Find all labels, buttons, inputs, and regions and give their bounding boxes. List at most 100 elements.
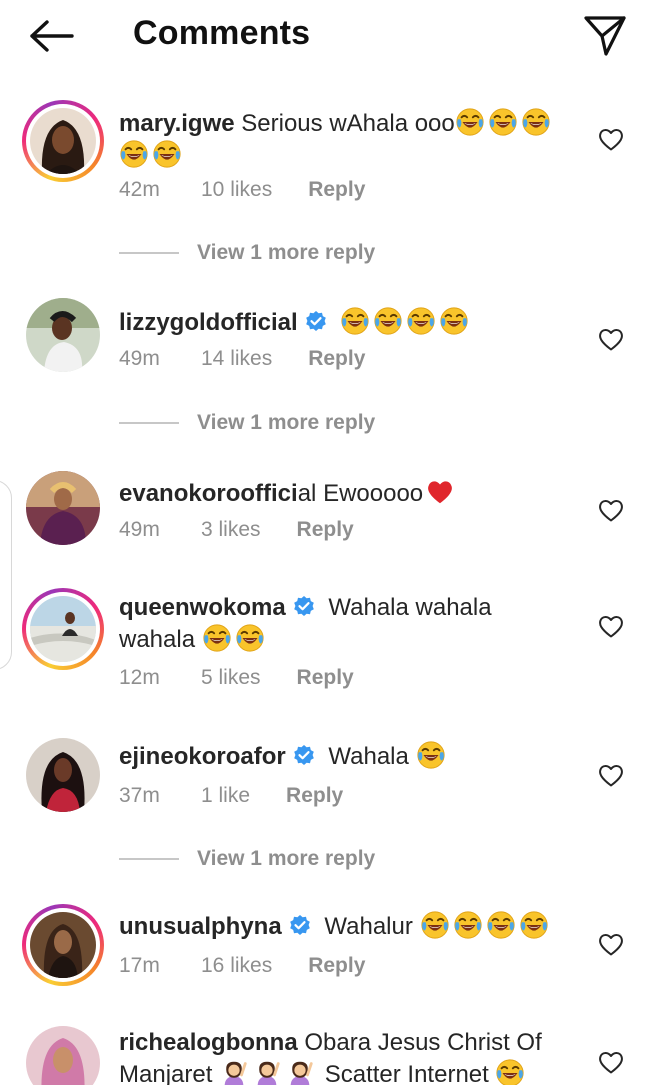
reply-button[interactable]: Reply	[308, 347, 365, 371]
comment-body: Wahalur	[324, 913, 413, 940]
view-replies-button[interactable]: View 1 more reply	[119, 411, 375, 435]
like-count[interactable]: 3 likes	[201, 518, 261, 542]
view-replies-button[interactable]: View 1 more reply	[119, 241, 375, 265]
username[interactable]: ejineokoroafor	[119, 743, 286, 770]
avatar[interactable]	[22, 904, 104, 986]
like-count[interactable]: 1 like	[201, 784, 250, 808]
username-tail: al	[297, 480, 317, 507]
laughing-emoji-icon	[439, 306, 469, 336]
comment-text: ejineokoroafor Wahala	[119, 740, 569, 772]
reply-button[interactable]: Reply	[297, 518, 354, 542]
heart-icon[interactable]	[597, 1049, 625, 1075]
reply-button[interactable]: Reply	[308, 954, 365, 978]
reply-button[interactable]: Reply	[297, 666, 354, 690]
heart-icon[interactable]	[597, 126, 625, 152]
laughing-emoji-icon	[495, 1058, 525, 1085]
avatar-photo	[26, 298, 100, 372]
emoji-row	[340, 309, 472, 336]
comment-time: 17m	[119, 954, 160, 977]
heart-icon[interactable]	[597, 613, 625, 639]
comment-time: 49m	[119, 347, 160, 370]
reply-button[interactable]: Reply	[308, 178, 365, 202]
like-count[interactable]: 10 likes	[201, 178, 272, 202]
avatar[interactable]	[22, 467, 104, 549]
avatar[interactable]	[22, 1022, 104, 1085]
comment-body: Wahala	[328, 743, 409, 770]
username[interactable]: unusualphyna	[119, 913, 282, 940]
divider	[119, 858, 179, 860]
side-panel-edge[interactable]	[0, 480, 12, 670]
comment-text: evanokoroofficial Ewooooo	[119, 477, 569, 509]
comment-text: lizzygoldofficial	[119, 306, 569, 338]
send-direct-icon[interactable]	[582, 12, 628, 58]
like-count[interactable]: 5 likes	[201, 666, 261, 690]
comment-text: unusualphyna Wahalur	[119, 910, 569, 942]
laughing-emoji-icon	[202, 623, 232, 653]
username[interactable]: lizzygoldofficial	[119, 309, 298, 336]
woman-raising-hand-icon	[252, 1058, 282, 1085]
verified-badge-icon	[292, 744, 316, 768]
avatar[interactable]	[22, 100, 104, 182]
comment-meta: 12m 5 likes Reply	[119, 666, 354, 690]
heart-icon[interactable]	[597, 931, 625, 957]
laughing-emoji-icon	[488, 107, 518, 137]
comment-item: richealogbonna Obara Jesus Christ Of Man…	[0, 1022, 662, 1085]
avatar-photo	[26, 471, 100, 545]
username[interactable]: queenwokoma	[119, 594, 286, 621]
woman-raising-hand-icon	[219, 1058, 249, 1085]
divider	[119, 422, 179, 424]
red-heart-icon	[425, 477, 455, 507]
avatar-photo	[30, 108, 96, 174]
avatar-photo	[30, 912, 96, 978]
like-count[interactable]: 14 likes	[201, 347, 272, 371]
emoji-row	[202, 626, 268, 653]
view-replies-button[interactable]: View 1 more reply	[119, 847, 375, 871]
avatar-photo	[30, 596, 96, 662]
view-replies-label[interactable]: View 1 more reply	[197, 847, 375, 871]
avatar-photo	[26, 1026, 100, 1085]
comment-meta: 37m 1 like Reply	[119, 784, 343, 808]
like-count[interactable]: 16 likes	[201, 954, 272, 978]
comment-time: 49m	[119, 518, 160, 541]
emoji-row	[219, 1061, 318, 1085]
comment-meta: 49m 3 likes Reply	[119, 518, 354, 542]
verified-badge-icon	[288, 914, 312, 938]
comment-meta: 49m 14 likes Reply	[119, 347, 365, 371]
laughing-emoji-icon	[406, 306, 436, 336]
view-replies-label[interactable]: View 1 more reply	[197, 241, 375, 265]
verified-badge-icon	[292, 595, 316, 619]
username[interactable]: richealogbonna	[119, 1029, 298, 1056]
laughing-emoji-icon	[486, 910, 516, 940]
avatar[interactable]	[22, 588, 104, 670]
comment-time: 12m	[119, 666, 160, 689]
comment-text: mary.igwe Serious wAhala ooo	[119, 107, 569, 171]
comment-meta: 42m 10 likes Reply	[119, 178, 365, 202]
heart-icon[interactable]	[597, 326, 625, 352]
divider	[119, 252, 179, 254]
laughing-emoji-icon	[340, 306, 370, 336]
reply-button[interactable]: Reply	[286, 784, 343, 808]
view-replies-label[interactable]: View 1 more reply	[197, 411, 375, 435]
laughing-emoji-icon	[235, 623, 265, 653]
comment-body-tail: Scatter Internet	[324, 1061, 489, 1085]
page-title: Comments	[133, 14, 311, 52]
laughing-emoji-icon	[519, 910, 549, 940]
avatar[interactable]	[22, 734, 104, 816]
back-arrow-icon[interactable]	[28, 14, 76, 58]
avatar[interactable]	[22, 294, 104, 376]
comment-meta: 17m 16 likes Reply	[119, 954, 365, 978]
comment-time: 37m	[119, 784, 160, 807]
emoji-row	[420, 913, 552, 940]
avatar-photo	[26, 738, 100, 812]
laughing-emoji-icon	[373, 306, 403, 336]
heart-icon[interactable]	[597, 497, 625, 523]
laughing-emoji-icon	[152, 139, 182, 169]
heart-icon[interactable]	[597, 762, 625, 788]
laughing-emoji-icon	[521, 107, 551, 137]
woman-raising-hand-icon	[285, 1058, 315, 1085]
verified-badge-icon	[304, 310, 328, 334]
username[interactable]: mary.igwe	[119, 110, 235, 137]
username[interactable]: evanokorooffici	[119, 480, 298, 507]
comment-body: Ewooooo	[323, 480, 424, 507]
comment-text: queenwokoma Wahala wahala wahala	[119, 592, 569, 655]
